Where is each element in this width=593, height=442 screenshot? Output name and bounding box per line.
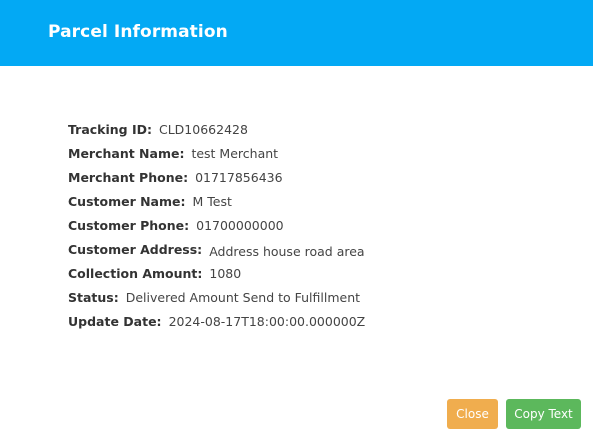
customer-name-label: Customer Name: [68, 194, 186, 209]
close-button[interactable]: Close [447, 399, 498, 429]
collection-amount-row: Collection Amount: 1080 [68, 264, 548, 288]
tracking-id-row: Tracking ID: CLD10662428 [68, 120, 548, 144]
status-value: Delivered Amount Send to Fulfillment [125, 290, 361, 305]
status-row: Status: Delivered Amount Send to Fulfillm… [68, 288, 548, 312]
update-date-row: Update Date: 2024-08-17T18:00:00.000000Z [68, 312, 548, 336]
collection-amount-value: 1080 [209, 266, 242, 281]
update-date-value: 2024-08-17T18:00:00.000000Z [168, 314, 366, 329]
customer-phone-label: Customer Phone: [68, 218, 190, 233]
copy-text-button[interactable]: Copy Text [506, 399, 581, 429]
customer-name-row: Customer Name: M Test [68, 192, 548, 216]
parcel-info-list: Tracking ID: CLD10662428 Merchant Name: te… [68, 120, 548, 336]
customer-address-label: Customer Address: [68, 242, 203, 257]
tracking-id-value: CLD10662428 [158, 122, 248, 137]
customer-address-value: Address house road area [209, 244, 365, 259]
customer-name-value: M Test [192, 194, 232, 209]
modal-header: Parcel Information [0, 0, 593, 66]
update-date-label: Update Date: [68, 314, 162, 329]
merchant-phone-row: Merchant Phone: 01717856436 [68, 168, 548, 192]
modal-title: Parcel Information [48, 22, 228, 42]
customer-phone-row: Customer Phone: 01700000000 [68, 216, 548, 240]
status-label: Status: [68, 290, 119, 305]
merchant-phone-value: 01717856436 [195, 170, 283, 185]
merchant-name-label: Merchant Name: [68, 146, 185, 161]
merchant-name-row: Merchant Name: test Merchant [68, 144, 548, 168]
merchant-name-value: test Merchant [191, 146, 279, 161]
tracking-id-label: Tracking ID: [68, 122, 152, 137]
parcel-info-modal: Parcel Information Tracking ID: CLD106624… [0, 0, 593, 442]
customer-address-row: Customer Address: Address house road area [68, 240, 548, 264]
merchant-phone-label: Merchant Phone: [68, 170, 189, 185]
customer-phone-value: 01700000000 [196, 218, 284, 233]
collection-amount-label: Collection Amount: [68, 266, 203, 281]
